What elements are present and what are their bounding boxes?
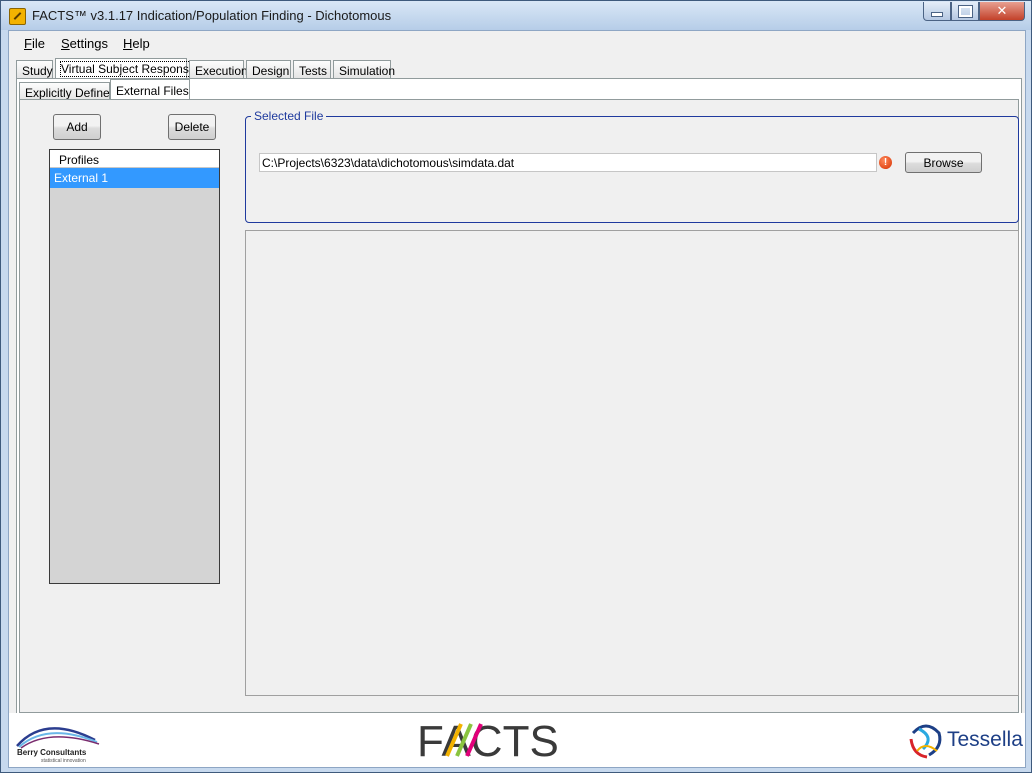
close-button[interactable]: ✕ — [979, 2, 1025, 21]
add-button[interactable]: Add — [53, 114, 101, 140]
tab-execution[interactable]: Execution — [189, 60, 248, 78]
app-window: FACTS™ v3.1.17 Indication/Population Fin… — [0, 0, 1032, 773]
list-item[interactable]: External 1 — [50, 168, 219, 188]
menu-bar: File Settings Help — [9, 31, 1025, 55]
tab-simulation[interactable]: Simulation — [333, 60, 395, 78]
title-bar[interactable]: FACTS™ v3.1.17 Indication/Population Fin… — [1, 1, 1031, 30]
tessella-logo: Tessella — [907, 721, 1023, 761]
facts-logo: FACTS — [417, 717, 599, 766]
file-path-input[interactable] — [259, 153, 877, 172]
facts-logo-text: FACTS — [417, 718, 559, 760]
tessella-knot-icon — [909, 724, 942, 759]
tab-design[interactable]: Design — [246, 60, 291, 78]
berry-logo-tagline: statistical innovation — [41, 758, 86, 764]
tessella-logo-text: Tessella — [947, 728, 1023, 751]
minimize-icon — [931, 11, 943, 17]
external-files-panel: Add Delete Profiles External 1 Selected … — [19, 99, 1019, 713]
maximize-icon — [957, 4, 973, 18]
tab-study[interactable]: Study — [16, 60, 53, 78]
berry-consultants-logo: Berry Consultants statistical innovation — [15, 718, 101, 764]
delete-button[interactable]: Delete — [168, 114, 216, 140]
browse-button[interactable]: Browse — [905, 152, 982, 173]
tab-virtual-subject-response[interactable]: Virtual Subject Response — [55, 58, 197, 79]
menu-file[interactable]: File — [24, 36, 45, 51]
error-icon: ! — [879, 156, 892, 169]
tab-external-files[interactable]: External Files — [110, 79, 190, 100]
tab-tests[interactable]: Tests — [293, 60, 331, 78]
tab-explicitly-defined[interactable]: Explicitly Defined — [19, 82, 116, 100]
client-area: File Settings Help Study Virtual Subject… — [8, 30, 1026, 768]
berry-logo-text: Berry Consultants — [17, 748, 87, 757]
berry-swoosh-icon — [16, 727, 100, 749]
menu-help[interactable]: Help — [123, 36, 150, 51]
profiles-list-header[interactable]: Profiles — [50, 150, 219, 168]
selected-file-group: Selected File ! Browse — [245, 109, 1019, 223]
minimize-button[interactable] — [923, 2, 951, 21]
maximize-button[interactable] — [951, 2, 979, 21]
footer: Berry Consultants statistical innovation… — [9, 713, 1025, 767]
profiles-list[interactable]: Profiles External 1 — [49, 149, 220, 584]
app-icon[interactable] — [9, 8, 26, 25]
file-content-area — [245, 230, 1019, 696]
selected-file-label: Selected File — [251, 109, 327, 123]
facts-logo-icon: FACTS — [417, 717, 559, 766]
virtual-subject-response-panel: Explicitly Defined External Files Add De… — [16, 78, 1022, 715]
window-title: FACTS™ v3.1.17 Indication/Population Fin… — [32, 8, 392, 23]
close-icon: ✕ — [996, 3, 1008, 18]
menu-settings[interactable]: Settings — [61, 36, 108, 51]
